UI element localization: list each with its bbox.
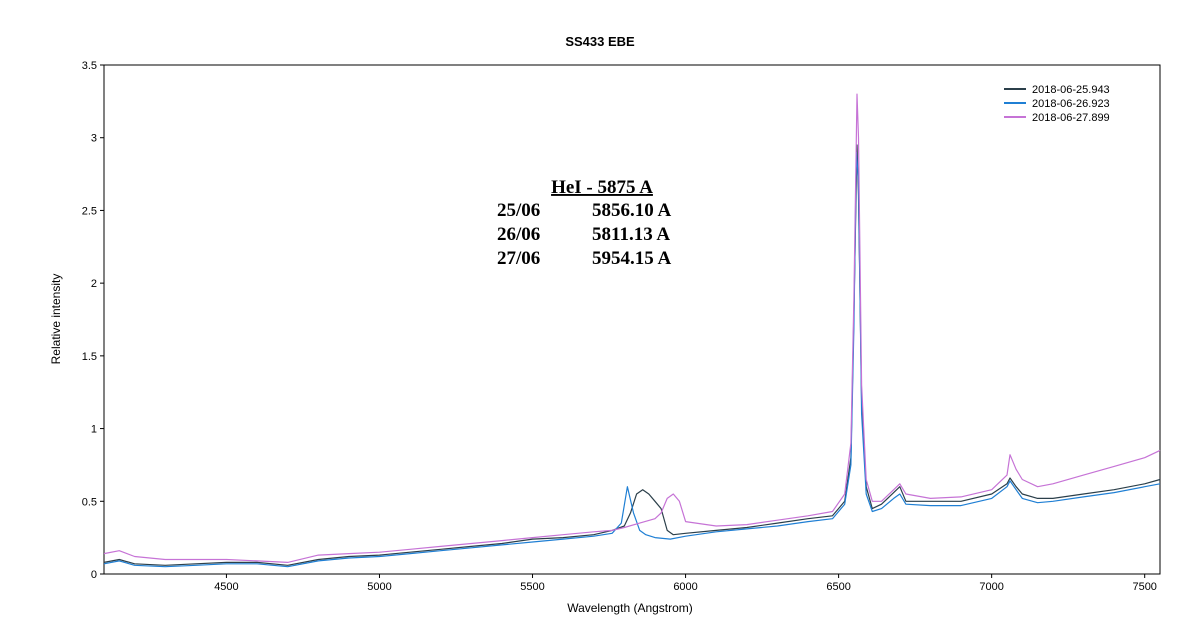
annotation-title: HeI - 5875 A bbox=[551, 177, 653, 198]
plot-area bbox=[103, 64, 1161, 575]
y-tick-label: 0.5 bbox=[82, 496, 97, 508]
line-annotation: HeI - 5875 A 25/06 5856.10 A 26/06 5811.… bbox=[497, 177, 671, 269]
x-tick-label: 7500 bbox=[1132, 581, 1156, 593]
annotation-value-3: 5954.15 A bbox=[592, 248, 671, 269]
legend-entry-3: 2018-06-27.899 bbox=[1032, 112, 1110, 124]
y-tick-label: 1.5 bbox=[82, 351, 97, 363]
y-axis: 0 0.5 1 1.5 2 2.5 3 3.5 bbox=[82, 60, 104, 581]
legend: 2018-06-25.943 2018-06-26.923 2018-06-27.8… bbox=[1004, 84, 1110, 124]
series-line-3 bbox=[103, 93, 1161, 564]
y-tick-label: 1 bbox=[91, 424, 97, 436]
y-tick-label: 2.5 bbox=[82, 205, 97, 217]
y-axis-title: Relative intensity bbox=[49, 274, 63, 365]
spectrum-chart: SS433 EBE 0 0.5 1 1.5 2 2.5 3 3.5 4500 5000 5500 6… bbox=[49, 34, 1161, 615]
x-axis: 4500 5000 5500 6000 6500 7000 7500 bbox=[214, 574, 1157, 593]
x-tick-label: 7000 bbox=[979, 581, 1003, 593]
legend-entry-1: 2018-06-25.943 bbox=[1032, 84, 1110, 96]
x-tick-label: 6000 bbox=[673, 581, 697, 593]
annotation-date-3: 27/06 bbox=[497, 248, 540, 269]
annotation-value-2: 5811.13 A bbox=[592, 224, 670, 245]
series-lines bbox=[103, 93, 1161, 568]
y-tick-label: 2 bbox=[91, 278, 97, 290]
x-tick-label: 4500 bbox=[214, 581, 238, 593]
y-tick-label: 3.5 bbox=[82, 60, 97, 72]
x-tick-label: 5000 bbox=[367, 581, 391, 593]
y-tick-label: 3 bbox=[91, 133, 97, 145]
y-tick-label: 0 bbox=[91, 569, 97, 581]
legend-entry-2: 2018-06-26.923 bbox=[1032, 98, 1110, 110]
x-axis-title: Wavelength (Angstrom) bbox=[567, 601, 693, 615]
annotation-value-1: 5856.10 A bbox=[592, 200, 671, 221]
annotation-date-1: 25/06 bbox=[497, 200, 540, 221]
x-tick-label: 5500 bbox=[520, 581, 544, 593]
chart-title: SS433 EBE bbox=[565, 34, 635, 49]
x-tick-label: 6500 bbox=[826, 581, 850, 593]
annotation-date-2: 26/06 bbox=[497, 224, 540, 245]
